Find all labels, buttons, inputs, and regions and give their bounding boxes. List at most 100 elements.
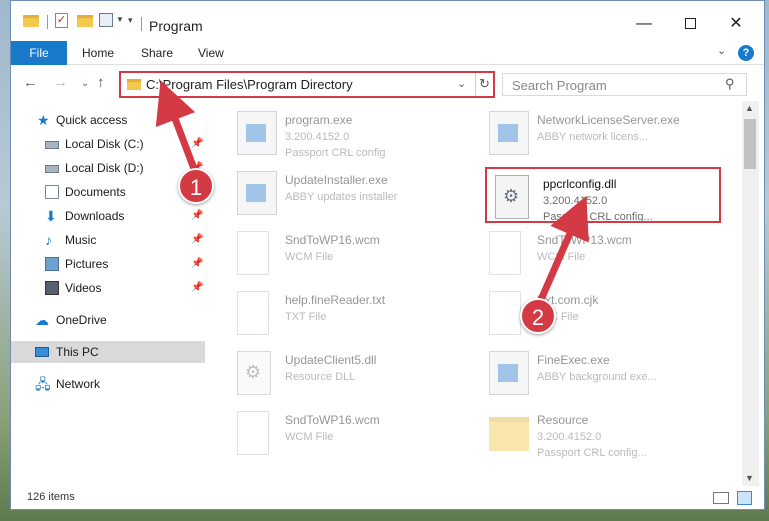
sidebar-item-network[interactable]: 🖧 Network [11,373,205,395]
search-placeholder: Search Program [512,78,607,93]
folder-icon [489,417,529,451]
disk-icon [45,165,59,173]
tab-home[interactable]: Home [70,41,126,65]
sidebar-item-label: Music [65,233,97,247]
folder-icon[interactable] [23,15,39,27]
pin-icon: 📌 [191,138,204,149]
sidebar-item-documents[interactable]: Documents 📌 [11,181,205,203]
navigation-pane: ★ Quick access Local Disk (C:) 📌 Local D… [11,101,209,486]
tab-view[interactable]: View [186,41,236,65]
sidebar-item-label: Documents [65,185,126,199]
sidebar-item-onedrive[interactable]: ☁ OneDrive [11,309,205,331]
sidebar-item-quick-access[interactable]: ★ Quick access [11,109,205,131]
tab-share[interactable]: Share [129,41,185,65]
file-item[interactable]: SndToWP16.wcm WCM File [229,225,479,281]
refresh-button[interactable]: ↻ [475,73,493,96]
vertical-scrollbar[interactable]: ▲ ▼ [742,101,759,486]
sidebar-item-local-disk-d[interactable]: Local Disk (D:) 📌 [11,157,205,179]
maximize-icon [684,18,696,30]
scroll-up-icon[interactable]: ▲ [745,103,754,113]
dll-icon [237,351,271,395]
file-item[interactable]: Ext.com.cjk CJK File [481,285,731,341]
address-bar[interactable]: C:\Program Files\Program Directory ⌄ ↻ [119,71,495,98]
file-item[interactable]: help.fineReader.txt TXT File [229,285,479,341]
file-item[interactable]: NetworkLicenseServer.exe ABBY network li… [481,105,731,161]
file-name: UpdateClient5.dll [285,353,377,367]
file-item[interactable]: UpdateInstaller.exe ABBY updates install… [229,165,479,221]
sidebar-item-music[interactable]: ♪ Music 📌 [11,229,205,251]
computer-icon [35,347,49,357]
view-properties-icon[interactable] [99,13,113,27]
file-name: NetworkLicenseServer.exe [537,113,680,127]
file-name: FineExec.exe [537,353,610,367]
file-detail: WCM File [537,251,586,263]
recent-locations-button[interactable]: ⌄ [81,78,89,89]
pin-icon: 📌 [191,234,204,245]
file-item[interactable]: UpdateClient5.dll Resource DLL [229,345,479,401]
back-button[interactable]: ← [23,74,38,91]
step-1-callout: 1 [178,168,214,204]
file-name: help.fineReader.txt [285,293,386,307]
pictures-icon [45,257,59,271]
star-icon: ★ [37,112,50,128]
close-button[interactable]: ✕ [713,9,759,39]
scrollbar-thumb[interactable] [744,119,756,169]
step-2-callout: 2 [520,298,556,334]
customize-toolbar-icon[interactable]: ▾ [128,15,133,26]
search-input[interactable]: Search Program ⚲ [502,73,747,96]
page-icon [237,291,269,335]
page-icon [237,411,269,455]
file-name: program.exe [285,113,353,127]
new-folder-icon[interactable] [77,15,93,27]
file-item[interactable]: program.exe 3.200.4152.0 Passport CRL co… [229,105,479,161]
sidebar-item-label: Network [56,377,101,391]
minimize-button[interactable]: — [621,9,667,39]
file-detail: Passport CRL config... [537,447,647,459]
sidebar-item-label: Pictures [65,257,109,271]
properties-check-icon[interactable]: ✓ [55,13,68,28]
forward-button[interactable]: → [53,74,68,91]
file-item[interactable]: FineExec.exe ABBY background exe... [481,345,731,401]
network-icon: 🖧 [35,376,51,392]
file-detail: Passport CRL config [285,147,386,159]
file-detail: TXT File [285,311,327,323]
sidebar-item-label: Local Disk (D:) [65,161,144,175]
address-path[interactable]: C:\Program Files\Program Directory [146,77,353,92]
application-icon [237,171,277,215]
sidebar-item-this-pc[interactable]: This PC [11,341,205,363]
search-icon: ⚲ [725,76,735,91]
sidebar-item-videos[interactable]: Videos 📌 [11,277,205,299]
page-icon [489,231,521,275]
file-item[interactable]: SndToWP16.wcm WCM File [229,405,479,461]
file-detail: ABBY network licens... [537,131,649,143]
details-view-icon[interactable] [713,492,729,504]
sidebar-item-local-disk-c[interactable]: Local Disk (C:) 📌 [11,133,205,155]
tab-file[interactable]: File [11,41,67,65]
tiles-view-icon[interactable] [737,491,752,505]
file-detail: 3.200.4152.0 [285,131,350,143]
chevron-down-icon[interactable]: ▼ [116,15,124,24]
up-button[interactable]: ↑ [97,74,105,91]
file-item[interactable]: Resource 3.200.4152.0 Passport CRL confi… [481,405,731,461]
help-icon[interactable]: ? [738,45,754,61]
address-dropdown-button[interactable]: ⌄ [457,77,466,90]
page-icon [489,291,521,335]
file-item[interactable]: SndToWP13.wcm WCM File [481,225,731,281]
title-bar: ✓ ▼ ▾ Program — ✕ [11,1,764,41]
scroll-down-icon[interactable]: ▼ [745,473,754,483]
file-item-highlighted[interactable]: ppcrlconfig.dll 3.200.4152.0 Passport CR… [485,167,721,223]
sidebar-item-label: Quick access [56,113,128,127]
chevron-down-icon[interactable]: ⌄ [717,44,726,57]
navigation-bar: ← → ⌄ ↑ C:\Program Files\Program Directo… [11,69,764,99]
application-icon [489,111,529,155]
file-detail: ABBY background exe... [537,371,657,383]
dll-icon [495,175,529,219]
music-icon: ♪ [45,232,52,248]
sidebar-item-downloads[interactable]: ⬇ Downloads 📌 [11,205,205,227]
file-name: SndToWP16.wcm [285,413,380,427]
sidebar-item-pictures[interactable]: Pictures 📌 [11,253,205,275]
maximize-button[interactable] [667,9,713,39]
explorer-window: ✓ ▼ ▾ Program — ✕ File Home Share View ⌄… [10,0,765,510]
file-detail: Passport CRL config... [543,211,653,223]
file-detail: ABBY updates installer [285,191,398,203]
